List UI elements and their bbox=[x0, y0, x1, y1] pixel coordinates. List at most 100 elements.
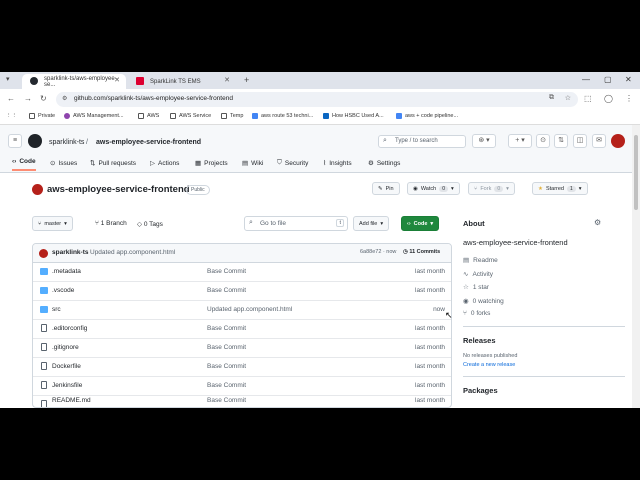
repo-title[interactable]: aws-employee-service-frontend bbox=[47, 184, 190, 195]
activity-link[interactable]: ∿ Activity bbox=[463, 270, 493, 279]
repo-description: aws-employee-service-frontend bbox=[463, 238, 568, 247]
copilot-button[interactable]: ⊛ ▾ bbox=[472, 134, 496, 148]
watch-button[interactable]: ◉ Watch 0 ▾ bbox=[407, 182, 460, 195]
tag-icon: ◇ bbox=[137, 221, 144, 228]
commit-message[interactable]: Updated app.component.html bbox=[90, 249, 175, 256]
forward-icon[interactable]: → bbox=[24, 94, 32, 103]
table-row[interactable]: .metadata Base Commit last month bbox=[33, 263, 451, 282]
forks-link[interactable]: ⑂ 0 forks bbox=[463, 310, 490, 317]
bookmark-temp[interactable]: Temp bbox=[221, 113, 243, 119]
tab-issues[interactable]: ⊙ Issues bbox=[50, 159, 77, 168]
pull-requests-icon[interactable]: ⇅ bbox=[554, 134, 568, 148]
releases-heading[interactable]: Releases bbox=[463, 336, 496, 345]
bookmark-private[interactable]: Private bbox=[29, 113, 55, 119]
minimize-icon[interactable]: — bbox=[582, 75, 590, 84]
bookmark-code-pipeline[interactable]: aws + code pipeline... bbox=[396, 113, 458, 119]
watchers-link[interactable]: ◉ 0 watching bbox=[463, 297, 504, 306]
tab-pull-requests[interactable]: ⇅ Pull requests bbox=[90, 159, 136, 168]
table-row[interactable]: .gitignore Base Commit last month bbox=[33, 339, 451, 358]
breadcrumb-owner[interactable]: sparklink-ts bbox=[49, 139, 84, 146]
table-row[interactable]: Jenkinsfile Base Commit last month bbox=[33, 377, 451, 396]
maximize-icon[interactable]: ▢ bbox=[604, 75, 612, 84]
eye-icon: ◉ bbox=[413, 185, 418, 192]
tab-code[interactable]: ‹› Code bbox=[12, 158, 36, 171]
close-window-icon[interactable]: ✕ bbox=[625, 75, 632, 84]
starred-button[interactable]: ★ Starred 1 ▾ bbox=[532, 182, 588, 195]
fork-button[interactable]: ⑂ Fork 0 ▾ bbox=[468, 182, 515, 195]
tab-actions[interactable]: ▷ Actions bbox=[150, 159, 179, 168]
github-logo-icon[interactable] bbox=[28, 134, 42, 148]
back-icon[interactable]: ← bbox=[7, 94, 15, 103]
tab-github-repo[interactable]: sparklink-ts/aws-employee-se... ✕ bbox=[22, 74, 126, 89]
go-to-file-input[interactable]: ⌕ Go to file t bbox=[244, 216, 348, 231]
search-icon: ⌕ bbox=[249, 219, 253, 226]
create-new-button[interactable]: + ▾ bbox=[508, 134, 532, 148]
close-tab-icon[interactable]: ✕ bbox=[114, 76, 120, 84]
bookmark-aws[interactable]: AWS bbox=[138, 113, 159, 119]
create-release-link[interactable]: Create a new release bbox=[463, 362, 515, 368]
reload-icon[interactable]: ↻ bbox=[40, 94, 47, 103]
table-row[interactable]: src Updated app.component.html now bbox=[33, 301, 451, 320]
tab-settings[interactable]: ⚙ Settings bbox=[368, 159, 400, 168]
install-app-icon[interactable]: ⧉ bbox=[549, 94, 554, 102]
site-info-icon[interactable]: ⚙ bbox=[62, 95, 67, 102]
page-scrollbar[interactable] bbox=[632, 125, 640, 408]
commits-link[interactable]: ◷ 11 Commits bbox=[403, 249, 440, 255]
notifications-icon[interactable]: ◫ bbox=[573, 134, 587, 148]
close-tab-icon[interactable]: ✕ bbox=[224, 76, 230, 84]
tab-wiki[interactable]: ▤ Wiki bbox=[242, 159, 263, 168]
search-input[interactable]: ⌕ Type / to search bbox=[378, 135, 466, 148]
new-tab-button[interactable]: + bbox=[244, 75, 249, 85]
branches-link[interactable]: ⑂ 1 Branch bbox=[95, 220, 127, 227]
stars-link[interactable]: ☆ 1 star bbox=[463, 283, 489, 292]
bookmark-aws-service[interactable]: AWS Service bbox=[170, 113, 211, 119]
commit-author[interactable]: sparklink-ts bbox=[52, 249, 89, 256]
packages-heading[interactable]: Packages bbox=[463, 386, 498, 395]
breadcrumb-repo[interactable]: aws-employee-service-frontend bbox=[96, 139, 201, 146]
tab-insights[interactable]: ⌇ Insights bbox=[323, 159, 352, 168]
chevron-down-icon: ▾ bbox=[578, 185, 582, 192]
avatar[interactable] bbox=[611, 134, 625, 148]
tab-sparklink-ems[interactable]: SparkLink TS EMS ✕ bbox=[128, 74, 236, 89]
issues-icon[interactable]: ⊙ bbox=[536, 134, 550, 148]
chrome-menu-icon[interactable]: ⋮ bbox=[625, 94, 633, 103]
chevron-down-icon: ▾ bbox=[506, 185, 509, 192]
table-row[interactable]: Dockerfile Base Commit last month bbox=[33, 358, 451, 377]
bookmark-hsbc[interactable]: How HSBC Used A... bbox=[323, 113, 384, 119]
about-settings-gear-icon[interactable]: ⚙ bbox=[594, 218, 601, 227]
address-bar[interactable]: ⚙ github.com/sparklink-ts/aws-employee-s… bbox=[56, 92, 578, 107]
tab-security[interactable]: ⛉ Security bbox=[277, 159, 308, 167]
commit-hash[interactable]: 6a88e72 · now bbox=[360, 249, 396, 255]
owner-avatar bbox=[32, 184, 43, 195]
table-row[interactable]: README.md Base Commit last month bbox=[33, 396, 451, 407]
add-file-button[interactable]: Add file ▾ bbox=[353, 216, 390, 231]
apps-icon[interactable]: ⋮⋮ bbox=[6, 113, 17, 119]
pin-button[interactable]: ✎ Pin bbox=[372, 182, 400, 195]
branch-selector[interactable]: ⑂ master ▾ bbox=[32, 216, 73, 231]
scrollbar-thumb[interactable] bbox=[634, 135, 638, 210]
search-icon: ⌕ bbox=[383, 137, 387, 144]
folder-icon bbox=[40, 287, 48, 294]
tab-projects[interactable]: ▦ Projects bbox=[195, 159, 228, 168]
branch-icon: ⑂ bbox=[38, 220, 42, 227]
file-icon bbox=[41, 400, 47, 407]
inbox-icon[interactable]: ✉ bbox=[592, 134, 606, 148]
bookmark-route53[interactable]: aws route 53 techni... bbox=[252, 113, 313, 119]
profile-icon[interactable]: ◯ bbox=[604, 94, 613, 103]
tags-link[interactable]: ◇ 0 Tags bbox=[137, 220, 163, 228]
chevron-down-icon: ▾ bbox=[380, 220, 384, 227]
pull-request-icon: ⇅ bbox=[90, 160, 96, 167]
bookmark-star-icon[interactable]: ☆ bbox=[565, 94, 571, 102]
tab-search-icon[interactable]: ▾ bbox=[6, 75, 10, 83]
table-row[interactable]: .vscode Base Commit last month bbox=[33, 282, 451, 301]
author-avatar bbox=[39, 249, 48, 258]
star-icon: ★ bbox=[538, 185, 543, 192]
hamburger-menu-icon[interactable]: ≡ bbox=[8, 134, 22, 148]
readme-link[interactable]: ▤ Readme bbox=[463, 256, 498, 265]
bookmark-aws-management[interactable]: AWS Management... bbox=[64, 113, 124, 119]
file-icon bbox=[41, 362, 47, 370]
folder-icon bbox=[40, 268, 48, 275]
code-button[interactable]: ‹› Code ▾ bbox=[401, 216, 440, 231]
extensions-icon[interactable]: ⬚ bbox=[584, 94, 592, 103]
table-row[interactable]: .editorconfig Base Commit last month bbox=[33, 320, 451, 339]
